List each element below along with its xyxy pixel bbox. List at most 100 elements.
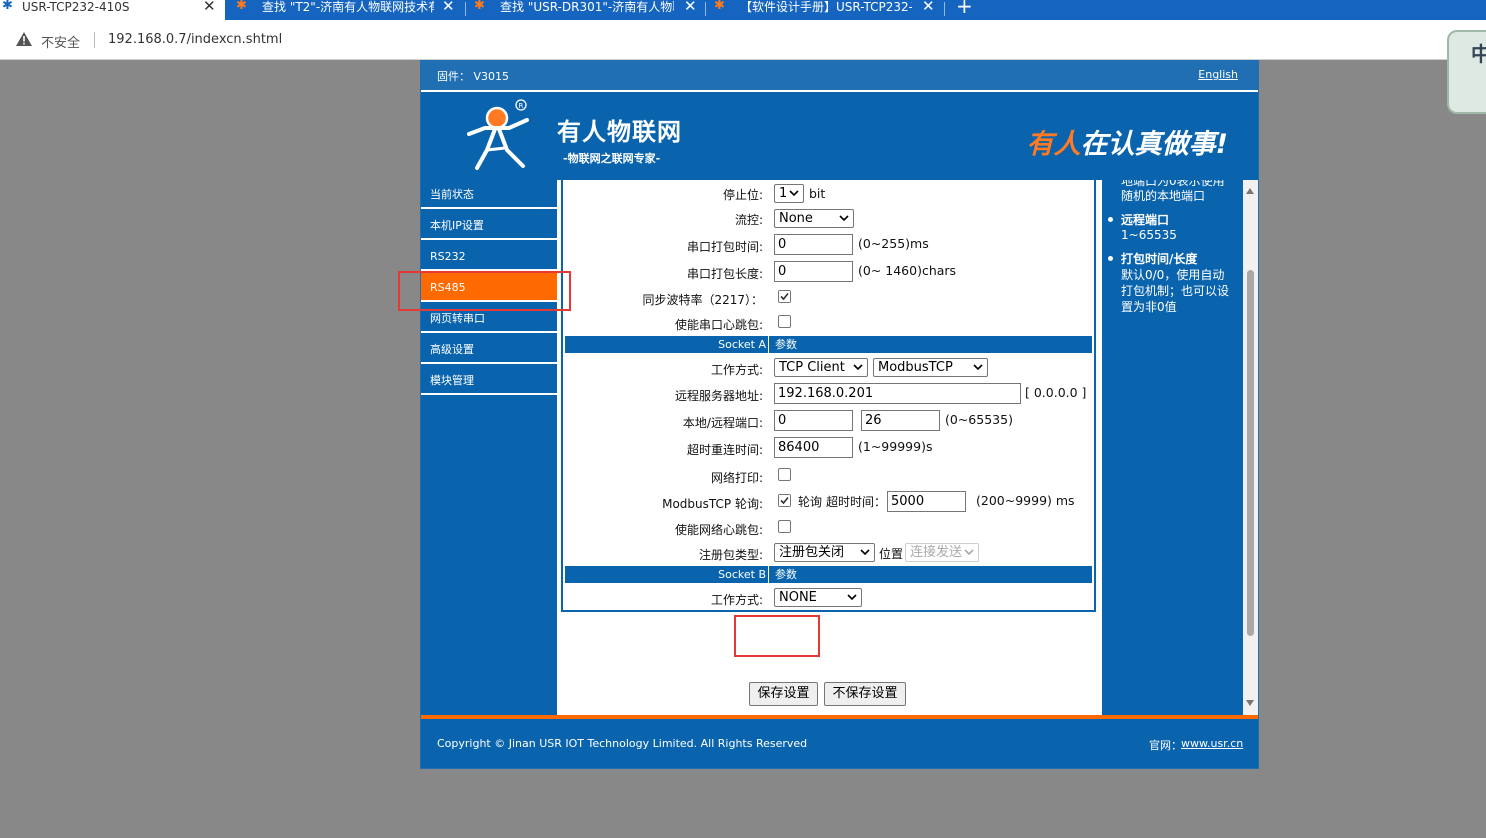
address-bar: 不安全 192.168.0.7/indexcn.shtml xyxy=(0,20,1486,60)
nav-item-status[interactable]: 当前状态 xyxy=(421,180,557,209)
url-input[interactable]: 192.168.0.7/indexcn.shtml xyxy=(108,32,282,47)
chevron-down-icon xyxy=(853,364,863,371)
usr-favicon-icon: ✱ xyxy=(236,0,247,13)
settings-content: 停止位: 1 bit 流控: None 串口打包时间: 0 (0~255)ms … xyxy=(557,180,1102,715)
help-pack-text: 默认0/0，使用自动 xyxy=(1121,268,1225,282)
scroll-down-icon[interactable] xyxy=(1246,700,1254,706)
extension-glyph: 中 xyxy=(1471,38,1486,67)
work-mode-label: 工作方式: xyxy=(710,363,763,377)
nav-item-advanced[interactable]: 高级设置 xyxy=(421,335,557,364)
left-nav: 当前状态 本机IP设置 RS232 RS485 网页转串口 高级设置 模块管理 xyxy=(421,180,557,715)
tab-usr-tcp232[interactable]: ✱ USR-TCP232-410S ✕ xyxy=(0,0,225,20)
save-button[interactable]: 保存设置 xyxy=(749,682,818,706)
device-config-page: 固件： V3015 English R 有人物联网 -物联网之联网专家- 有人在… xyxy=(420,60,1259,769)
new-tab-icon[interactable]: + xyxy=(956,0,973,16)
flow-control-select[interactable]: None xyxy=(774,209,854,228)
net-print-checkbox[interactable] xyxy=(778,468,791,481)
reg-position-label: 位置 xyxy=(879,547,904,561)
tab-software-manual[interactable]: ✱ 【软件设计手册】USR-TCP232-T ✕ xyxy=(710,0,940,20)
serial-heartbeat-label: 使能串口心跳包: xyxy=(674,318,763,332)
address-divider xyxy=(94,32,95,48)
usr-favicon-icon: ✱ xyxy=(714,0,725,13)
english-link[interactable]: English xyxy=(1198,68,1238,81)
poll-timeout-input[interactable]: 5000 xyxy=(887,491,966,512)
protocol-select[interactable]: ModbusTCP xyxy=(873,358,988,377)
pack-length-label: 串口打包长度: xyxy=(686,267,763,281)
reg-packet-label: 注册包类型: xyxy=(698,548,763,562)
tab-title: USR-TCP232-410S xyxy=(22,0,130,14)
close-icon[interactable]: ✕ xyxy=(203,0,216,14)
resolved-ip: [ 0.0.0.0 ] xyxy=(1025,385,1087,400)
security-status[interactable]: 不安全 xyxy=(41,32,80,51)
sync-baud-label: 同步波特率（2217）： xyxy=(642,293,763,307)
usr-favicon-icon: ✱ xyxy=(2,0,13,13)
brand-tagline: -物联网之联网专家- xyxy=(563,152,661,165)
discard-button[interactable]: 不保存设置 xyxy=(824,682,906,706)
help-pack-text: 置为非0值 xyxy=(1121,300,1177,314)
tab-search-dr301[interactable]: ✱ 查找 "USR-DR301"-济南有人物联 ✕ xyxy=(470,0,702,20)
usr-logo-icon: R xyxy=(467,99,529,170)
net-heartbeat-checkbox[interactable] xyxy=(778,520,791,533)
scroll-thumb[interactable] xyxy=(1247,270,1254,636)
website-link[interactable]: www.usr.cn xyxy=(1181,737,1243,750)
net-print-label: 网络打印: xyxy=(710,471,763,485)
flow-control-label: 流控: xyxy=(734,213,763,227)
reg-position-select: 连接发送 xyxy=(905,543,979,562)
tab-separator xyxy=(465,2,466,16)
annotation-box-save xyxy=(734,615,820,657)
reconnect-input[interactable]: 86400 xyxy=(774,437,853,458)
reconnect-label: 超时重连时间: xyxy=(686,443,763,457)
poll-timeout-range: (200~9999) ms xyxy=(976,493,1075,508)
nav-item-module-mgmt[interactable]: 模块管理 xyxy=(421,366,557,395)
local-port-input[interactable]: 0 xyxy=(774,410,853,431)
brand-name: 有人物联网 xyxy=(557,118,682,146)
usr-favicon-icon: ✱ xyxy=(474,0,485,13)
firmware-strip: 固件： V3015 English xyxy=(421,61,1258,90)
nav-item-rs232[interactable]: RS232 xyxy=(421,242,557,271)
nav-item-ip-settings[interactable]: 本机IP设置 xyxy=(421,211,557,240)
sync-baud-checkbox[interactable] xyxy=(778,290,791,303)
help-text: 随机的本地端口 xyxy=(1121,189,1206,203)
help-scrollbar[interactable] xyxy=(1243,180,1258,715)
brand-banner: R 有人物联网 -物联网之联网专家- 有人在认真做事! xyxy=(421,92,1258,180)
scroll-up-icon[interactable] xyxy=(1246,188,1254,194)
slogan: 有人在认真做事! xyxy=(1026,129,1228,160)
chevron-down-icon xyxy=(847,594,857,601)
modbus-poll-checkbox[interactable] xyxy=(778,494,791,507)
browser-tab-bar: ✱ USR-TCP232-410S ✕ ✱ 查找 "T2"-济南有人物联网技术有… xyxy=(0,0,1486,20)
pack-time-input[interactable]: 0 xyxy=(774,234,853,255)
close-icon[interactable]: ✕ xyxy=(684,0,697,14)
ports-label: 本地/远程端口: xyxy=(682,416,763,430)
pack-length-range: (0~ 1460)chars xyxy=(858,263,957,278)
help-pack-title: 打包时间/长度 xyxy=(1121,252,1198,266)
stop-bits-select[interactable]: 1 xyxy=(774,184,804,203)
socket-b-header: Socket B 参数 xyxy=(565,566,1092,583)
poll-timeout-label: 超时时间： xyxy=(826,495,887,509)
reg-packet-select[interactable]: 注册包关闭 xyxy=(774,543,875,562)
help-pack-text: 打包机制；也可以设 xyxy=(1121,284,1230,298)
extension-icon[interactable]: 中 xyxy=(1447,30,1486,114)
close-icon[interactable]: ✕ xyxy=(442,0,455,14)
work-mode-b-label: 工作方式: xyxy=(710,593,763,607)
chevron-down-icon xyxy=(860,549,870,556)
pack-length-input[interactable]: 0 xyxy=(774,261,853,282)
socket-a-header: Socket A 参数 xyxy=(565,336,1092,353)
work-mode-select[interactable]: TCP Client xyxy=(774,358,868,377)
ports-range: (0~65535) xyxy=(945,412,1013,427)
chevron-down-icon xyxy=(973,364,983,371)
tab-title: 查找 "USR-DR301"-济南有人物联 xyxy=(500,0,674,14)
remote-server-input[interactable]: 192.168.0.201 xyxy=(774,383,1021,404)
checkmark-icon xyxy=(779,495,790,506)
remote-port-input[interactable]: 26 xyxy=(861,410,940,431)
work-mode-b-select[interactable]: NONE xyxy=(774,588,862,607)
modbus-poll-label: ModbusTCP 轮询: xyxy=(662,497,763,511)
rs485-settings-panel: 停止位: 1 bit 流控: None 串口打包时间: 0 (0~255)ms … xyxy=(561,180,1096,612)
remote-server-label: 远程服务器地址: xyxy=(674,389,763,403)
close-icon[interactable]: ✕ xyxy=(922,0,935,14)
tab-search-t2[interactable]: ✱ 查找 "T2"-济南有人物联网技术有 ✕ xyxy=(232,0,460,20)
help-panel: 地端口为0表示使用 随机的本地端口 远程端口 1~65535 打包时间/长度 默… xyxy=(1102,180,1243,715)
warning-icon[interactable] xyxy=(16,32,32,46)
serial-heartbeat-checkbox[interactable] xyxy=(778,315,791,328)
website-label: 官网： xyxy=(1149,739,1182,752)
checkmark-icon xyxy=(779,291,790,302)
